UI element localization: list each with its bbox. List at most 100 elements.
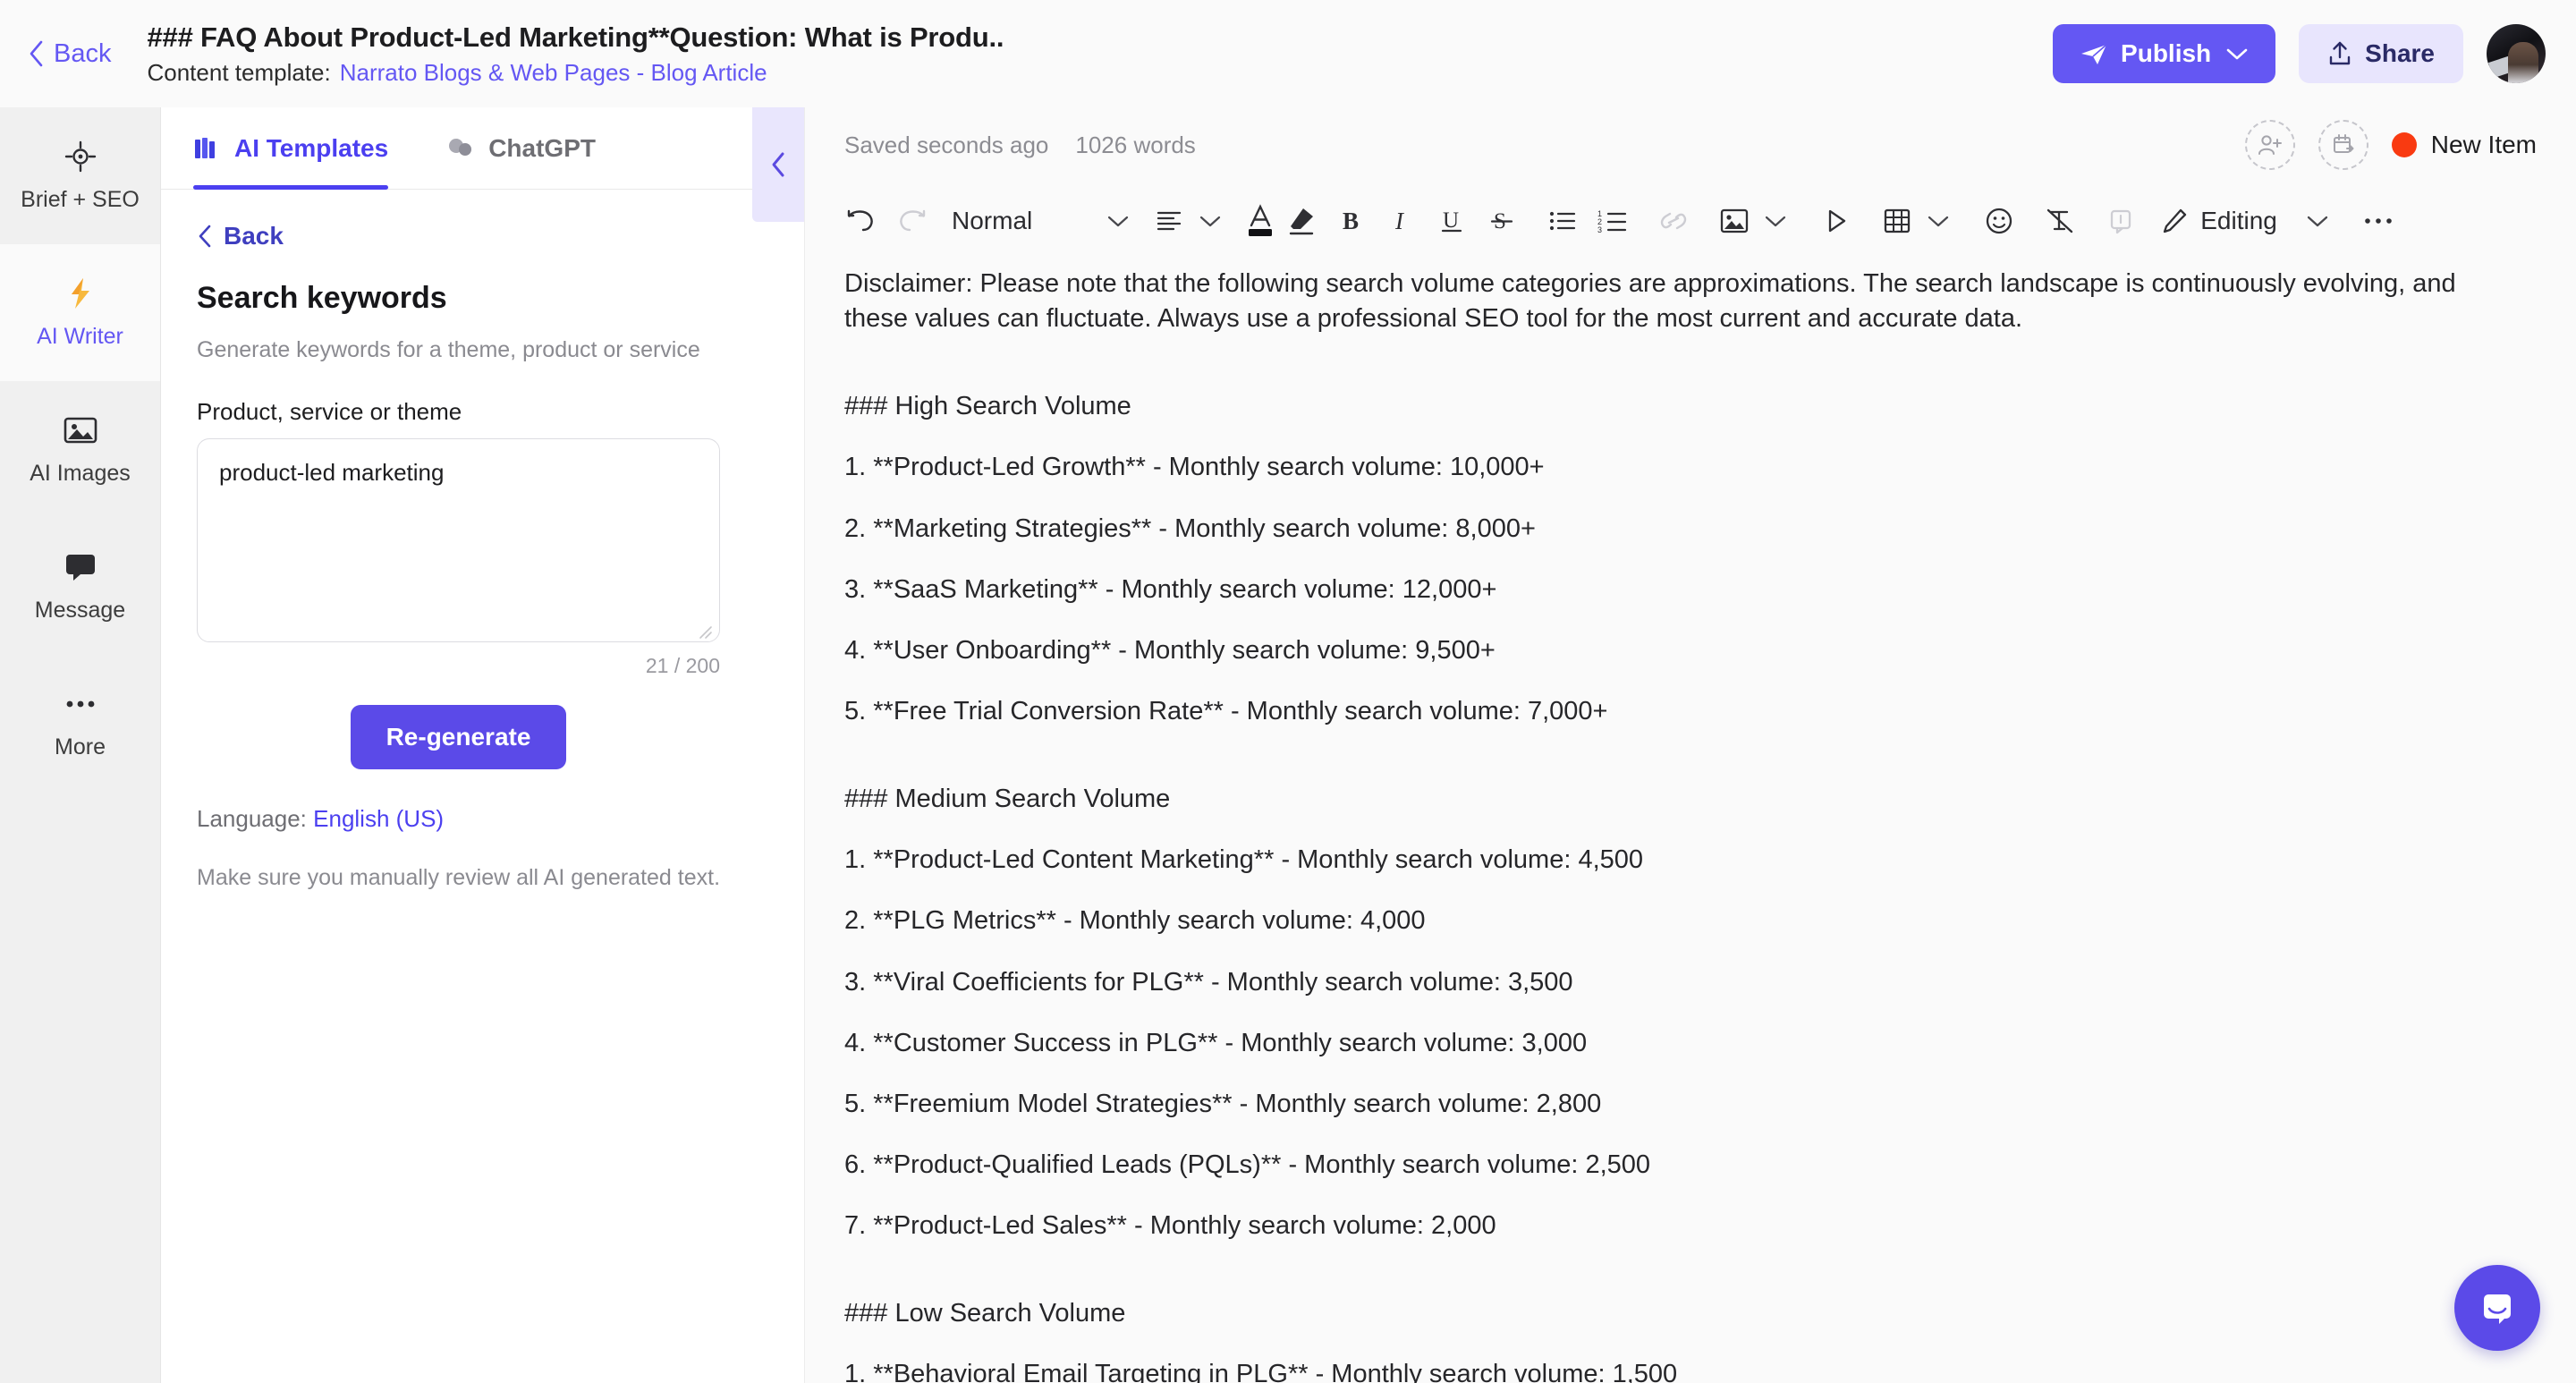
tab-chatgpt[interactable]: ChatGPT (445, 107, 615, 189)
document-spacer (844, 362, 2522, 380)
document-spacer (844, 755, 2522, 773)
publish-button[interactable]: Publish (2053, 24, 2276, 83)
saved-status: Saved seconds ago (844, 131, 1049, 158)
regenerate-button[interactable]: Re-generate (350, 705, 567, 770)
intercom-chat-button[interactable] (2454, 1265, 2540, 1351)
chevron-left-icon (769, 150, 787, 179)
field-label: Product, service or theme (197, 398, 462, 426)
document-paragraph: 3. **SaaS Marketing** - Monthly search v… (844, 574, 1497, 604)
content-template-row: Content template: Narrato Blogs & Web Pa… (147, 59, 1004, 87)
document-paragraph: ### High Search Volume (844, 392, 1131, 421)
tab-ai-templates[interactable]: AI Templates (193, 107, 408, 190)
avatar[interactable] (2487, 24, 2546, 83)
chatgpt-icon (445, 136, 474, 161)
tab-label: AI Templates (234, 133, 389, 162)
svg-text:I: I (1394, 208, 1405, 234)
language-value[interactable]: English (US) (313, 805, 444, 832)
lightning-icon (65, 276, 96, 311)
header-actions: Publish Share (2053, 24, 2546, 83)
table-dropdown-button[interactable] (1918, 196, 1959, 246)
document-paragraph: 4. **Customer Success in PLG** - Monthly… (844, 1028, 1588, 1057)
status-actions: New Item (2244, 120, 2537, 170)
textarea-wrapper (197, 438, 720, 647)
add-user-icon (2257, 132, 2284, 157)
status-dot-icon (2391, 132, 2417, 157)
document-paragraph: 6. **Product-Qualified Leads (PQLs)** - … (844, 1150, 1651, 1179)
assign-user-button[interactable] (2244, 120, 2295, 170)
sidebar-item-brief-seo[interactable]: Brief + SEO (0, 107, 160, 244)
target-icon (64, 139, 97, 174)
panel-back-button[interactable]: Back (197, 222, 768, 250)
undo-button[interactable] (841, 196, 882, 246)
sidebar-item-label: More (55, 734, 106, 759)
editing-mode-dropdown[interactable] (2297, 196, 2338, 246)
underline-button[interactable]: U (1431, 196, 1472, 246)
back-button[interactable]: Back (27, 39, 123, 69)
image-dropdown-button[interactable] (1755, 196, 1796, 246)
more-options-button[interactable] (2358, 196, 2399, 246)
body-layout: Brief + SEO AI Writer AI Images Message (0, 107, 2576, 1383)
publish-label: Publish (2121, 39, 2212, 67)
text-style-select[interactable]: Normal (952, 207, 1129, 235)
templates-icon (193, 135, 220, 162)
text-style-value: Normal (952, 207, 1033, 234)
ai-templates-panel: AI Templates ChatGPT Back Search keyword… (161, 107, 805, 1383)
pencil-icon (2161, 208, 2188, 234)
italic-button[interactable]: I (1381, 196, 1422, 246)
strikethrough-button[interactable]: S (1481, 196, 1522, 246)
comment-button[interactable] (2100, 196, 2141, 246)
status-badge-label: New Item (2430, 131, 2537, 158)
align-button[interactable] (1148, 196, 1190, 246)
editing-mode-button[interactable]: Editing (2161, 207, 2277, 235)
back-button-label: Back (54, 38, 112, 68)
sidebar-item-label: Brief + SEO (21, 187, 140, 212)
panel-tabs: AI Templates ChatGPT (161, 107, 804, 222)
insert-table-button[interactable] (1877, 196, 1918, 246)
emoji-button[interactable] (1979, 196, 2020, 246)
document-paragraph: 7. **Product-Led Sales** - Monthly searc… (844, 1211, 1496, 1241)
send-icon (2080, 42, 2107, 65)
image-icon (64, 412, 97, 448)
share-upload-icon (2327, 40, 2352, 67)
share-label: Share (2365, 39, 2435, 67)
panel-body: Back Search keywords Generate keywords f… (161, 190, 804, 895)
panel-title: Search keywords (197, 281, 447, 315)
page-title: ### FAQ About Product-Led Marketing**Que… (147, 21, 1004, 53)
svg-text:3: 3 (1597, 225, 1602, 233)
numbered-list-button[interactable]: 123 (1592, 196, 1633, 246)
chevron-left-icon (197, 224, 213, 249)
text-color-button[interactable] (1240, 196, 1281, 246)
sidebar-item-more[interactable]: More (0, 655, 160, 792)
sidebar-item-message[interactable]: Message (0, 518, 160, 655)
link-button[interactable] (1653, 196, 1694, 246)
share-button[interactable]: Share (2299, 24, 2463, 83)
sidebar-item-label: AI Writer (37, 324, 123, 349)
editor-status-bar: Saved seconds ago 1026 words New Item (805, 107, 2576, 182)
highlight-button[interactable] (1281, 196, 1322, 246)
clear-formatting-button[interactable] (2039, 196, 2080, 246)
document-paragraph: 2. **Marketing Strategies** - Monthly se… (844, 513, 1536, 543)
panel-back-label: Back (224, 222, 284, 250)
document-content[interactable]: Disclaimer: Please note that the followi… (805, 259, 2576, 1383)
language-label: Language: (197, 805, 307, 833)
product-theme-input[interactable] (197, 438, 720, 643)
document-paragraph: 1. **Product-Led Content Marketing** - M… (844, 845, 1644, 875)
content-template-link[interactable]: Narrato Blogs & Web Pages - Blog Article (340, 59, 767, 87)
editor-toolbar: Normal B I U S 1 2 3 Editing (805, 182, 2576, 259)
editor-area: Saved seconds ago 1026 words New Item No… (805, 107, 2576, 1383)
align-dropdown-button[interactable] (1190, 196, 1231, 246)
bold-button[interactable]: B (1331, 196, 1372, 246)
sidebar-item-ai-writer[interactable]: AI Writer (0, 244, 160, 381)
sidebar-item-ai-images[interactable]: AI Images (0, 381, 160, 518)
insert-image-button[interactable] (1714, 196, 1755, 246)
redo-button[interactable] (891, 196, 932, 246)
due-date-button[interactable] (2318, 120, 2368, 170)
sidebar-item-label: AI Images (30, 461, 131, 486)
intercom-chat-icon (2475, 1285, 2520, 1330)
insert-video-button[interactable] (1816, 196, 1857, 246)
bullet-list-button[interactable] (1542, 196, 1583, 246)
document-paragraph: 1. **Behavioral Email Targeting in PLG**… (844, 1360, 1678, 1383)
collapse-panel-button[interactable] (752, 107, 804, 222)
status-badge-new-item[interactable]: New Item (2391, 131, 2537, 159)
editing-mode-label: Editing (2200, 207, 2277, 234)
